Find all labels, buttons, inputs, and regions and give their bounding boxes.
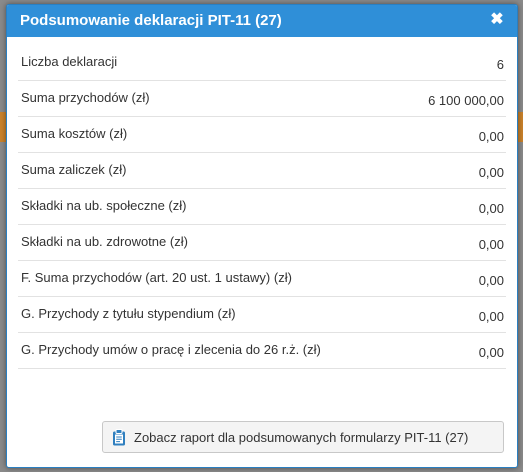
row-value: 0,00 (478, 201, 504, 216)
clipboard-icon (112, 429, 126, 451)
row-label: Liczba deklaracji (21, 54, 118, 69)
summary-table: Liczba deklaracji 6 Suma przychodów (zł)… (18, 45, 506, 369)
summary-row-youth-contract-income: G. Przychody umów o pracę i zlecenia do … (18, 333, 506, 369)
row-value: 0,00 (478, 309, 504, 324)
view-report-button-label: Zobacz raport dla podsumowanych formular… (134, 430, 469, 445)
row-value: 0,00 (478, 273, 504, 288)
row-value: 0,00 (478, 345, 504, 360)
row-label: Składki na ub. zdrowotne (zł) (21, 234, 188, 249)
summary-row-advances-sum: Suma zaliczek (zł) 0,00 (18, 153, 506, 189)
summary-dialog: Podsumowanie deklaracji PIT-11 (27) ✖ Li… (6, 4, 518, 468)
row-value: 0,00 (478, 129, 504, 144)
row-label: Suma kosztów (zł) (21, 126, 128, 141)
row-value: 0,00 (478, 237, 504, 252)
row-label: Suma zaliczek (zł) (21, 162, 127, 177)
row-label: Suma przychodów (zł) (21, 90, 150, 105)
summary-row-income-art20: F. Suma przychodów (art. 20 ust. 1 ustaw… (18, 261, 506, 297)
row-value: 6 (496, 57, 504, 72)
summary-row-health-contributions: Składki na ub. zdrowotne (zł) 0,00 (18, 225, 506, 261)
view-report-button[interactable]: Zobacz raport dla podsumowanych formular… (102, 421, 504, 453)
dialog-title: Podsumowanie deklaracji PIT-11 (27) (20, 12, 282, 29)
close-icon[interactable]: ✖ (487, 10, 507, 30)
summary-row-declaration-count: Liczba deklaracji 6 (18, 45, 506, 81)
row-label: G. Przychody z tytułu stypendium (zł) (21, 306, 236, 321)
row-value: 6 100 000,00 (428, 93, 504, 108)
summary-row-costs-sum: Suma kosztów (zł) 0,00 (18, 117, 506, 153)
summary-row-social-contributions: Składki na ub. społeczne (zł) 0,00 (18, 189, 506, 225)
summary-row-income-sum: Suma przychodów (zł) 6 100 000,00 (18, 81, 506, 117)
row-value: 0,00 (478, 165, 504, 180)
row-label: G. Przychody umów o pracę i zlecenia do … (21, 342, 321, 357)
row-label: Składki na ub. społeczne (zł) (21, 198, 187, 213)
dialog-titlebar: Podsumowanie deklaracji PIT-11 (27) ✖ (7, 5, 517, 37)
summary-row-scholarship-income: G. Przychody z tytułu stypendium (zł) 0,… (18, 297, 506, 333)
row-label: F. Suma przychodów (art. 20 ust. 1 ustaw… (21, 270, 292, 285)
